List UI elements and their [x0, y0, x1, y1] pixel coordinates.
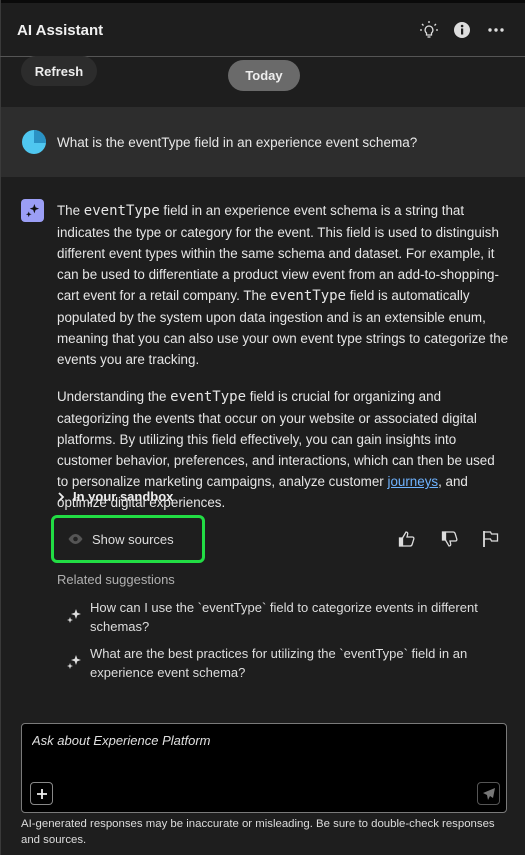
sparkle-icon: [67, 655, 81, 669]
thumbs-up-icon[interactable]: [398, 530, 418, 550]
sparkle-icon: [67, 609, 81, 623]
suggestion-item[interactable]: How can I use the `eventType` field to c…: [66, 598, 486, 636]
more-icon[interactable]: [485, 19, 507, 41]
suggestion-item[interactable]: What are the best practices for utilizin…: [66, 644, 486, 682]
related-suggestions-title: Related suggestions: [57, 572, 175, 587]
chat-input[interactable]: [32, 733, 492, 773]
inline-code: eventType: [83, 203, 160, 219]
assistant-answer: The eventType field in an experience eve…: [57, 200, 509, 529]
show-sources-button[interactable]: Show sources: [51, 515, 205, 563]
inline-code: eventType: [170, 389, 247, 405]
plus-icon: [36, 788, 47, 799]
panel-header: AI Assistant: [0, 3, 525, 57]
thumbs-down-icon[interactable]: [441, 530, 461, 550]
panel-title: AI Assistant: [17, 22, 104, 39]
suggestion-text: How can I use the `eventType` field to c…: [90, 600, 478, 634]
chevron-right-icon: [58, 491, 65, 502]
chat-input-box: [21, 723, 507, 813]
answer-text: The: [57, 203, 84, 218]
info-icon[interactable]: [451, 19, 473, 41]
send-icon: [482, 787, 495, 800]
user-question-text: What is the eventType field in an experi…: [57, 135, 418, 150]
answer-paragraph: The eventType field in an experience eve…: [57, 200, 509, 370]
add-button[interactable]: [30, 782, 53, 805]
sandbox-label: In your sandbox: [73, 489, 174, 504]
inline-code: eventType: [270, 288, 346, 304]
date-divider: Today: [228, 60, 300, 91]
in-your-sandbox-toggle[interactable]: In your sandbox: [57, 489, 173, 504]
lightbulb-icon[interactable]: [418, 19, 440, 41]
user-message: What is the eventType field in an experi…: [1, 107, 525, 177]
suggestion-text: What are the best practices for utilizin…: [90, 646, 468, 680]
ai-disclaimer: AI-generated responses may be inaccurate…: [21, 818, 495, 846]
ai-sparkle-icon: [21, 199, 44, 222]
flag-icon[interactable]: [482, 530, 502, 550]
journeys-link[interactable]: journeys: [387, 474, 438, 489]
answer-text: Understanding the: [57, 389, 171, 404]
user-avatar: [22, 130, 46, 154]
refresh-button[interactable]: Refresh: [21, 56, 97, 86]
eye-icon: [68, 534, 83, 544]
send-button[interactable]: [477, 782, 500, 805]
show-sources-label: Show sources: [92, 531, 174, 547]
